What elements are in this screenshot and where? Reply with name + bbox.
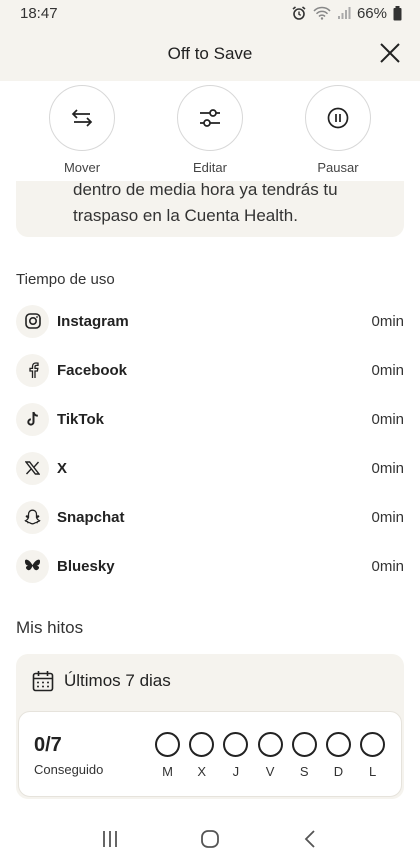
app-time: 0min (371, 557, 404, 575)
signal-icon (337, 7, 351, 19)
day-ring (325, 732, 351, 757)
status-time: 18:47 (20, 4, 58, 22)
app-name: Facebook (57, 361, 128, 379)
day-label: X (197, 764, 207, 779)
day-item: X (189, 732, 215, 779)
calendar-icon (32, 671, 54, 692)
app-row-bluesky[interactable]: Bluesky 0min (16, 547, 404, 585)
day-label: V (265, 764, 275, 779)
app-time: 0min (371, 312, 404, 330)
info-text: dentro de media hora ya tendrás tu trasp… (73, 180, 338, 225)
milestones-title: Mis hitos (16, 618, 84, 637)
alarm-icon (292, 6, 306, 20)
tiktok-icon (16, 402, 49, 436)
day-ring (155, 732, 180, 757)
pause-circle (305, 85, 371, 151)
pause-label: Pausar (317, 160, 359, 175)
edit-button[interactable]: Editar (165, 85, 255, 175)
milestone-period: Últimos 7 dias (32, 670, 171, 692)
day-ring (291, 732, 317, 757)
day-item: V (257, 732, 283, 779)
bluesky-icon (16, 549, 49, 583)
day-item: M (155, 732, 180, 779)
status-icons: 66% (291, 5, 402, 22)
day-label: S (299, 764, 309, 779)
day-ring (257, 732, 283, 757)
usage-title: Tiempo de uso (16, 271, 115, 288)
edit-circle (177, 85, 243, 151)
recents-icon (103, 830, 117, 847)
app-row-x[interactable]: X 0min (16, 449, 404, 487)
day-list: M X J V S D L (155, 732, 386, 779)
battery-percent: 66% (356, 4, 387, 22)
close-icon (380, 43, 400, 63)
day-item: L (360, 732, 386, 779)
milestone-card: Últimos 7 dias 0/7 Conseguido M X J V S … (16, 654, 404, 799)
app-time: 0min (371, 508, 404, 526)
header: Off to Save (0, 26, 420, 81)
sliders-icon (200, 109, 220, 127)
app-name: Instagram (57, 312, 129, 330)
app-row-instagram[interactable]: Instagram 0min (16, 302, 404, 340)
app-name: TikTok (57, 410, 104, 428)
action-bar: Mover Editar Pausar (0, 81, 420, 181)
swap-arrows-icon (71, 109, 93, 127)
recents-button[interactable] (90, 819, 130, 859)
home-icon (201, 829, 219, 848)
status-bar: 18:47 66% (0, 0, 420, 26)
day-ring (360, 732, 386, 757)
app-row-tiktok[interactable]: TikTok 0min (16, 400, 404, 438)
day-item: J (223, 732, 249, 779)
day-item: S (291, 732, 317, 779)
back-button[interactable] (290, 819, 330, 859)
facebook-icon (16, 353, 49, 387)
page-title: Off to Save (167, 43, 253, 63)
pause-button[interactable]: Pausar (293, 85, 383, 175)
day-item: D (325, 732, 351, 779)
close-button[interactable] (376, 39, 404, 67)
move-label: Mover (63, 160, 101, 175)
milestone-score: 0/7 (34, 734, 62, 756)
app-name: Snapchat (57, 508, 125, 526)
day-label: M (162, 764, 173, 779)
wifi-icon (313, 6, 331, 20)
app-row-snapchat[interactable]: Snapchat 0min (16, 498, 404, 536)
system-nav-bar (0, 814, 420, 863)
app-time: 0min (371, 459, 404, 477)
day-ring (223, 732, 249, 757)
edit-label: Editar (193, 160, 227, 175)
milestone-period-label: Últimos 7 dias (64, 671, 171, 690)
home-button[interactable] (190, 819, 230, 859)
move-button[interactable]: Mover (37, 85, 127, 175)
snapchat-icon (16, 500, 49, 534)
instagram-icon (16, 304, 49, 338)
app-time: 0min (371, 361, 404, 379)
battery-icon (393, 5, 402, 20)
x-icon (16, 451, 49, 485)
day-label: J (232, 764, 240, 779)
day-ring (189, 732, 215, 757)
move-circle (49, 85, 115, 151)
content-area[interactable]: dentro de media hora ya tendrás tu trasp… (0, 81, 420, 814)
pause-icon (327, 107, 349, 129)
app-time: 0min (371, 410, 404, 428)
milestone-score-label: Conseguido (34, 762, 104, 777)
app-name: Bluesky (57, 557, 115, 575)
back-icon (304, 829, 315, 848)
day-label: L (369, 764, 377, 779)
app-row-facebook[interactable]: Facebook 0min (16, 351, 404, 389)
day-label: D (333, 764, 344, 779)
app-name: X (57, 459, 68, 477)
milestone-progress: 0/7 Conseguido M X J V S D L (18, 711, 402, 797)
